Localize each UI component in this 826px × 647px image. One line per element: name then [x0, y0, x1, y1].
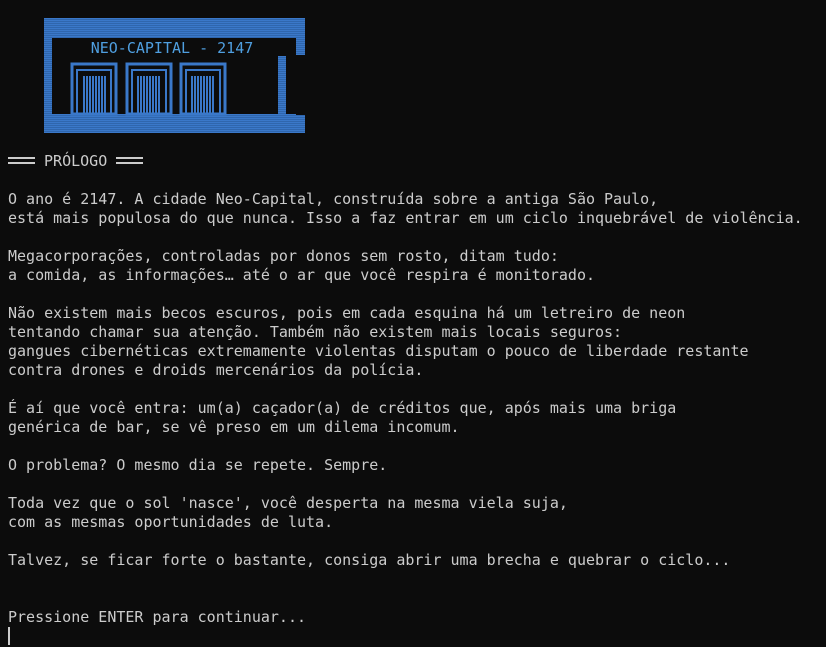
banner-title: NEO-CAPITAL - 2147 — [90, 39, 254, 57]
story-line: gangues cibernéticas extremamente violen… — [8, 342, 749, 360]
terminal-output: PRÓLOGO O ano é 2147. A cidade Neo-Capit… — [8, 152, 826, 627]
story-line: está mais populosa do que nunca. Isso a … — [8, 209, 803, 227]
story-line: Talvez, se ficar forte o bastante, consi… — [8, 551, 731, 569]
ascii-art-banner: NEO-CAPITAL - 2147 — [44, 18, 305, 133]
heading-rule-left — [8, 157, 35, 164]
section-heading: PRÓLOGO — [8, 152, 826, 171]
story-line: genérica de bar, se vê preso em um dilem… — [8, 418, 460, 436]
story-line: O ano é 2147. A cidade Neo-Capital, cons… — [8, 190, 659, 208]
story-line: com as mesmas oportunidades de luta. — [8, 513, 334, 531]
story-line: O problema? O mesmo dia se repete. Sempr… — [8, 456, 388, 474]
section-heading-label: PRÓLOGO — [44, 152, 108, 170]
story-line: contra drones e droids mercenários da po… — [8, 361, 424, 379]
story-line: Toda vez que o sol 'nasce', você despert… — [8, 494, 568, 512]
story-line: a comida, as informações… até o ar que v… — [8, 266, 595, 284]
heading-rule-right — [116, 157, 144, 164]
story-line: Megacorporações, controladas por donos s… — [8, 247, 559, 265]
terminal-window[interactable]: NEO-CAPITAL - 2147 PRÓLOGO O ano é 2147.… — [0, 0, 826, 647]
story-line: Não existem mais becos escuros, pois em … — [8, 304, 686, 322]
story-line: tentando chamar sua atenção. Também não … — [8, 323, 623, 341]
continue-prompt: Pressione ENTER para continuar... — [8, 608, 307, 626]
text-cursor[interactable] — [8, 627, 10, 645]
story-line: É aí que você entra: um(a) caçador(a) de… — [8, 399, 677, 417]
ascii-building-art — [44, 18, 305, 133]
